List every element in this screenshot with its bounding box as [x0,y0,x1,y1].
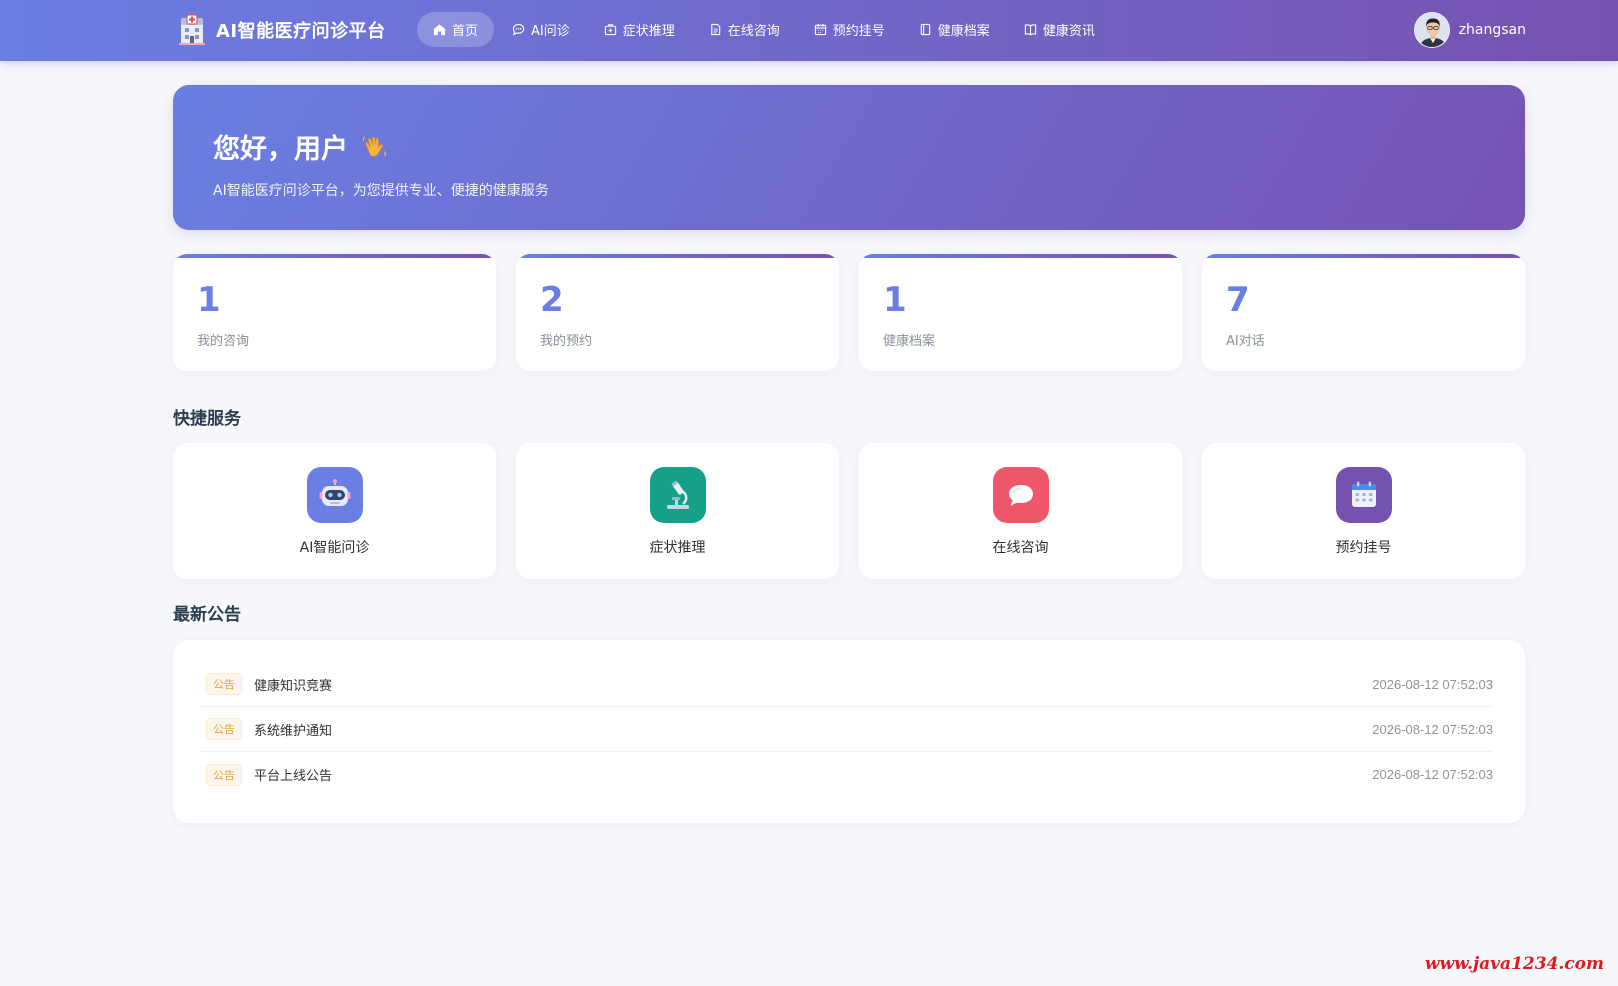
announcement-time: 2026-08-12 07:52:03 [1372,676,1493,692]
calendar-icon [814,23,826,36]
document-icon [710,23,721,36]
announcement-title[interactable]: 系统维护通知 [254,720,332,739]
list-item[interactable]: 公告 系统维护通知 2026-08-12 07:52:03 [200,707,1493,752]
service-card-symptom-inference[interactable]: 症状推理 [516,443,839,579]
waving-hand-icon [362,136,386,157]
nav-item-label: 健康资讯 [1042,24,1095,39]
nav-item-label: 在线咨询 [727,24,780,39]
nav-item-health-news[interactable]: 健康资讯 [1008,12,1111,47]
username: zhangsan [1458,22,1526,38]
announcements-list: 公告 健康知识竞赛 2026-08-12 07:52:03 公告 系统维护通知 … [173,640,1525,823]
stat-card-consultations[interactable]: 1 我的咨询 [173,254,496,371]
nav-item-symptom-inference[interactable]: 症状推理 [588,12,691,47]
robot-icon [319,479,351,506]
stat-value: 2 [540,280,564,320]
app-title: AI智能医疗问诊平台 [216,21,386,42]
service-label: 症状推理 [649,540,706,556]
notebook-icon [920,23,931,36]
first-aid-icon [604,24,616,36]
quick-services-title: 快捷服务 [173,409,241,429]
announcement-tag: 公告 [206,673,242,695]
quick-services: AI智能问诊 症状推理 在线咨询 预约挂号 [173,443,1525,579]
announcements-title: 最新公告 [173,605,241,625]
site-watermark: www.java1234.com [1424,954,1604,974]
nav-item-online-consult[interactable]: 在线咨询 [693,12,796,47]
service-card-ai-consult[interactable]: AI智能问诊 [173,443,496,579]
nav-item-ai-consult[interactable]: AI问诊 [496,12,586,47]
top-navbar: AI智能医疗问诊平台 首页 AI问诊 症状推理 在线咨询 预约挂号 健康档案 健… [0,0,1618,61]
greeting-title: 您好，用户 [213,127,390,166]
stat-value: 7 [1226,280,1250,320]
service-label: 在线咨询 [992,540,1049,556]
main-nav: 首页 AI问诊 症状推理 在线咨询 预约挂号 健康档案 健康资讯 [417,12,1113,47]
service-icon-tile [1336,467,1392,523]
home-icon [433,24,446,36]
open-book-icon [1024,24,1036,36]
nav-item-label: AI问诊 [531,24,570,39]
app-logo[interactable]: AI智能医疗问诊平台 [178,14,386,46]
nav-item-appointment[interactable]: 预约挂号 [798,12,901,47]
list-item[interactable]: 公告 健康知识竞赛 2026-08-12 07:52:03 [200,662,1493,707]
stat-label: 我的预约 [540,334,593,349]
announcement-title[interactable]: 健康知识竞赛 [254,675,332,694]
nav-item-label: 首页 [452,24,479,39]
user-menu[interactable]: zhangsan [1413,11,1526,49]
stat-card-appointments[interactable]: 2 我的预约 [516,254,839,371]
stat-card-ai-chats[interactable]: 7 AI对话 [1202,254,1525,371]
service-icon-tile [650,467,706,523]
service-label: AI智能问诊 [299,540,370,556]
stat-label: 健康档案 [883,334,936,349]
speech-bubble-icon [1009,485,1033,506]
service-card-online-consult[interactable]: 在线咨询 [859,443,1182,579]
announcement-title[interactable]: 平台上线公告 [254,765,332,784]
avatar[interactable] [1413,12,1450,48]
nav-item-health-record[interactable]: 健康档案 [903,12,1006,47]
service-card-appointment[interactable]: 预约挂号 [1202,443,1525,579]
greeting-subtitle: AI智能医疗问诊平台，为您提供专业、便捷的健康服务 [213,183,549,199]
stat-card-health-records[interactable]: 1 健康档案 [859,254,1182,371]
microscope-icon [667,480,689,509]
announcement-time: 2026-08-12 07:52:03 [1372,721,1493,737]
nav-item-label: 症状推理 [622,24,675,39]
announcement-tag: 公告 [206,718,242,740]
nav-item-label: 预约挂号 [832,24,885,39]
chat-bubble-icon [512,23,525,36]
service-icon-tile [993,467,1049,523]
stat-label: 我的咨询 [197,334,250,349]
user-avatar-icon [1414,13,1449,47]
announcement-time: 2026-08-12 07:52:03 [1372,767,1493,782]
nav-item-label: 健康档案 [937,24,990,39]
announcement-tag: 公告 [206,763,242,786]
stat-value: 1 [197,280,221,320]
service-icon-tile [307,467,363,523]
service-label: 预约挂号 [1335,540,1392,556]
stat-value: 1 [883,280,907,320]
nav-item-home[interactable]: 首页 [417,12,495,47]
greeting-text: 您好，用户 [213,134,348,165]
welcome-banner: 您好，用户 AI智能医疗问诊平台，为您提供专业、便捷的健康服务 [173,85,1525,230]
hospital-logo-icon [179,14,205,45]
stat-label: AI对话 [1226,334,1265,349]
stats-row: 1 我的咨询 2 我的预约 1 健康档案 7 AI对话 [173,254,1525,371]
calendar-icon [1352,481,1376,507]
list-item[interactable]: 公告 平台上线公告 2026-08-12 07:52:03 [200,752,1493,797]
